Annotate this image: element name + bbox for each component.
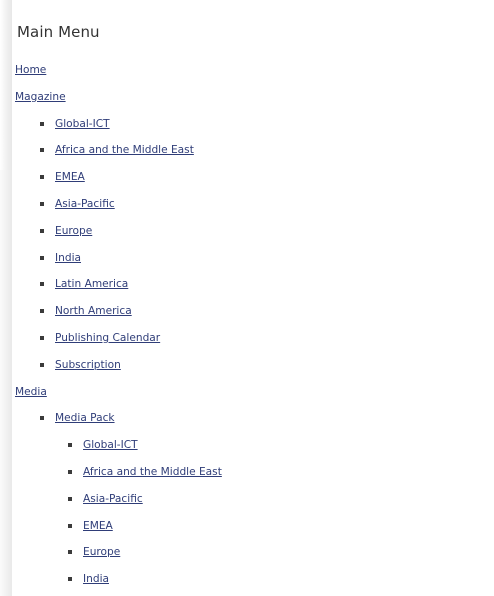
main-menu-list: Home Magazine Global-ICT Africa and the … <box>12 57 482 593</box>
square-bullet-icon <box>40 121 44 126</box>
square-bullet-icon <box>40 416 44 421</box>
square-bullet-icon <box>40 175 44 180</box>
menu-link-media-pack-india[interactable]: India <box>83 573 109 585</box>
menu-item-media-pack[interactable]: Media Pack <box>12 405 482 432</box>
menu-link-magazine-north-america[interactable]: North America <box>55 305 132 317</box>
menu-link-media-pack-africa-middle-east[interactable]: Africa and the Middle East <box>83 466 222 478</box>
menu-item-magazine-europe[interactable]: Europe <box>12 218 482 245</box>
square-bullet-icon <box>40 201 44 206</box>
menu-item-magazine-india[interactable]: India <box>12 245 482 272</box>
menu-link-media[interactable]: Media <box>15 386 47 398</box>
menu-item-magazine-africa-middle-east[interactable]: Africa and the Middle East <box>12 137 482 164</box>
menu-item-subscription[interactable]: Subscription <box>12 352 482 379</box>
menu-item-publishing-calendar[interactable]: Publishing Calendar <box>12 325 482 352</box>
menu-item-magazine-asia-pacific[interactable]: Asia-Pacific <box>12 191 482 218</box>
menu-item-magazine[interactable]: Magazine <box>12 84 482 111</box>
square-bullet-icon <box>68 469 72 474</box>
menu-item-home[interactable]: Home <box>12 57 482 84</box>
menu-link-media-pack-europe[interactable]: Europe <box>83 546 120 558</box>
square-bullet-icon <box>68 496 72 501</box>
menu-item-magazine-latin-america[interactable]: Latin America <box>12 271 482 298</box>
menu-link-magazine-india[interactable]: India <box>55 252 81 264</box>
menu-link-magazine-africa-middle-east[interactable]: Africa and the Middle East <box>55 144 194 156</box>
menu-item-media-pack-global-ict[interactable]: Global-ICT <box>12 432 482 459</box>
menu-link-magazine-europe[interactable]: Europe <box>55 225 92 237</box>
square-bullet-icon <box>68 550 72 555</box>
square-bullet-icon <box>40 282 44 287</box>
menu-link-media-pack-asia-pacific[interactable]: Asia-Pacific <box>83 493 143 505</box>
menu-link-media-pack-emea[interactable]: EMEA <box>83 520 113 532</box>
square-bullet-icon <box>68 523 72 528</box>
square-bullet-icon <box>40 309 44 314</box>
square-bullet-icon <box>68 443 72 448</box>
menu-link-magazine-emea[interactable]: EMEA <box>55 171 85 183</box>
menu-link-home[interactable]: Home <box>15 64 46 76</box>
menu-item-media-pack-asia-pacific[interactable]: Asia-Pacific <box>12 486 482 513</box>
menu-link-media-pack-global-ict[interactable]: Global-ICT <box>83 439 138 451</box>
menu-item-media-pack-emea[interactable]: EMEA <box>12 513 482 540</box>
menu-item-magazine-north-america[interactable]: North America <box>12 298 482 325</box>
menu-item-media-pack-india[interactable]: India <box>12 566 482 593</box>
menu-item-media-pack-africa-middle-east[interactable]: Africa and the Middle East <box>12 459 482 486</box>
square-bullet-icon <box>40 228 44 233</box>
square-bullet-icon <box>40 362 44 367</box>
menu-link-magazine-latin-america[interactable]: Latin America <box>55 278 128 290</box>
menu-link-media-pack[interactable]: Media Pack <box>55 412 115 424</box>
main-menu-panel: Main Menu Home Magazine Global-ICT Afric… <box>12 0 494 596</box>
square-bullet-icon <box>40 255 44 260</box>
menu-item-magazine-global-ict[interactable]: Global-ICT <box>12 111 482 138</box>
square-bullet-icon <box>40 335 44 340</box>
page-left-shadow <box>0 0 12 596</box>
menu-item-media-pack-europe[interactable]: Europe <box>12 539 482 566</box>
square-bullet-icon <box>68 577 72 582</box>
menu-link-magazine-global-ict[interactable]: Global-ICT <box>55 118 110 130</box>
menu-link-magazine-asia-pacific[interactable]: Asia-Pacific <box>55 198 115 210</box>
menu-item-media[interactable]: Media <box>12 379 482 406</box>
menu-link-publishing-calendar[interactable]: Publishing Calendar <box>55 332 160 344</box>
main-menu-title: Main Menu <box>17 23 100 41</box>
square-bullet-icon <box>40 148 44 153</box>
menu-item-magazine-emea[interactable]: EMEA <box>12 164 482 191</box>
menu-link-magazine[interactable]: Magazine <box>15 91 66 103</box>
menu-link-subscription[interactable]: Subscription <box>55 359 121 371</box>
